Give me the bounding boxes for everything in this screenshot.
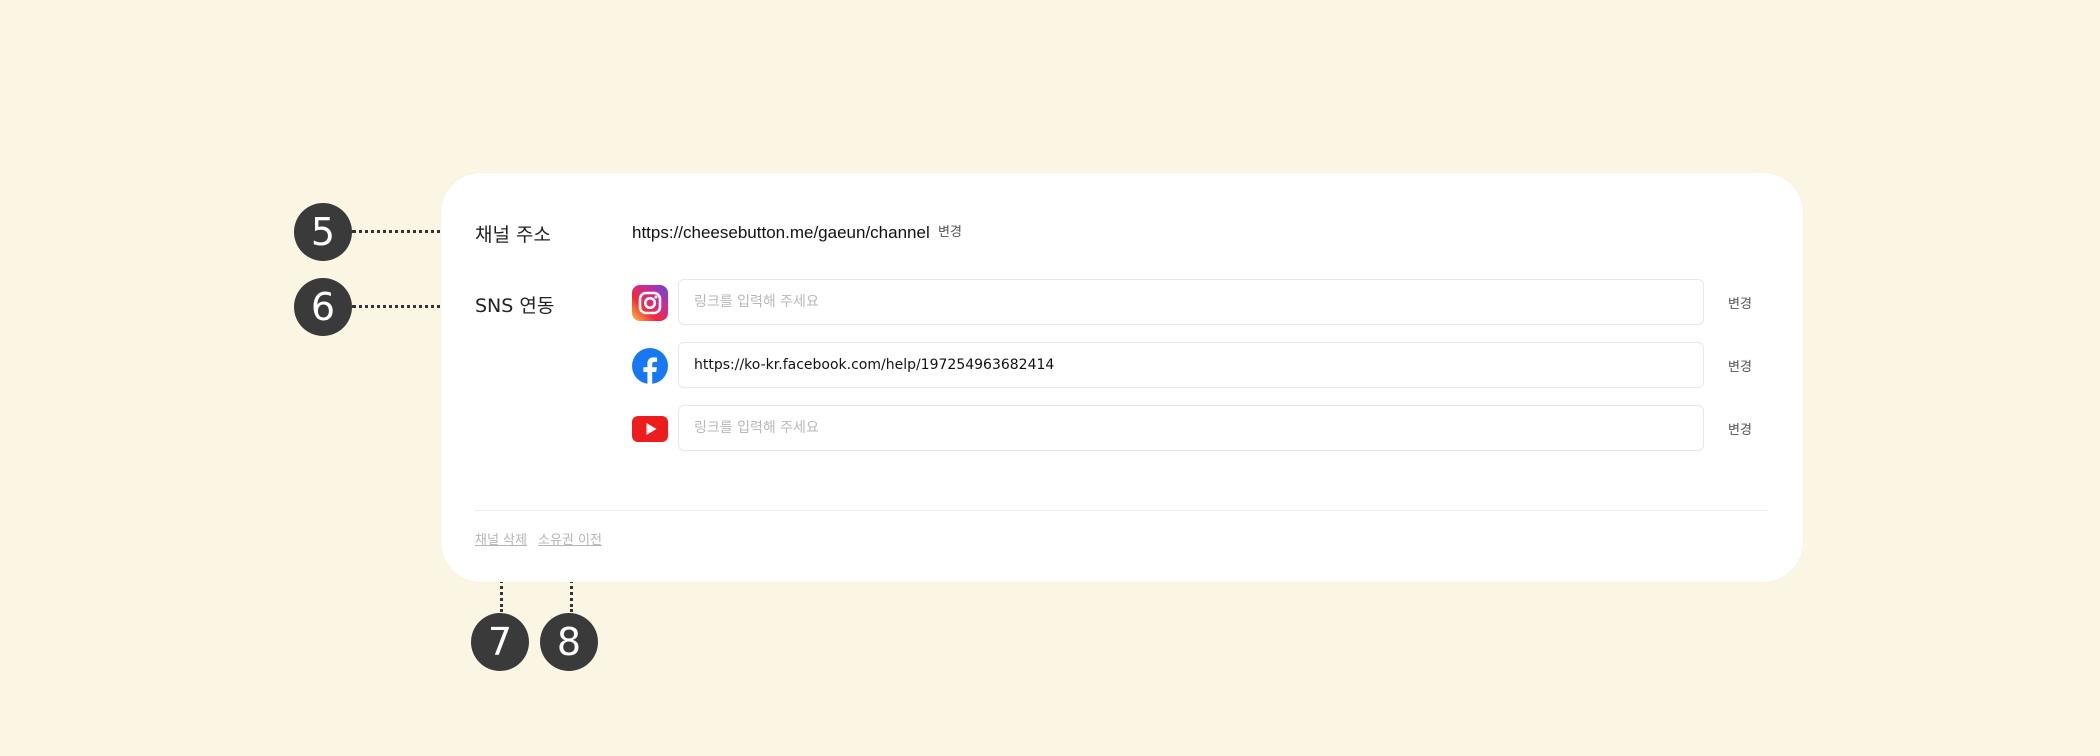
channel-address-url: https://cheesebutton.me/gaeun/channel [632,223,930,242]
instagram-icon [632,285,668,321]
delete-channel-link[interactable]: 채널 삭제 [475,529,527,548]
annotation-marker-7: 7 [471,613,529,671]
facebook-change-button[interactable]: 변경 [1728,356,1752,375]
annotation-marker-5: 5 [294,203,352,261]
annotation-marker-6: 6 [294,278,352,336]
annotation-marker-8: 8 [540,613,598,671]
facebook-link-input[interactable] [678,342,1704,388]
youtube-link-input[interactable] [678,405,1704,451]
transfer-ownership-link[interactable]: 소유권 이전 [538,529,602,548]
channel-address-change-button[interactable]: 변경 [938,221,962,240]
youtube-change-button[interactable]: 변경 [1728,419,1752,438]
instagram-link-input[interactable] [678,279,1704,325]
instagram-change-button[interactable]: 변경 [1728,293,1752,312]
channel-settings-card: 채널 주소 https://cheesebutton.me/gaeun/chan… [441,173,1803,582]
annotation-leader-5 [352,230,454,233]
youtube-icon [632,411,668,447]
annotation-leader-6 [352,305,454,308]
footer-divider [475,510,1768,511]
sns-link-label: SNS 연동 [475,295,555,317]
channel-address-label: 채널 주소 [475,224,551,246]
facebook-icon [632,348,668,384]
